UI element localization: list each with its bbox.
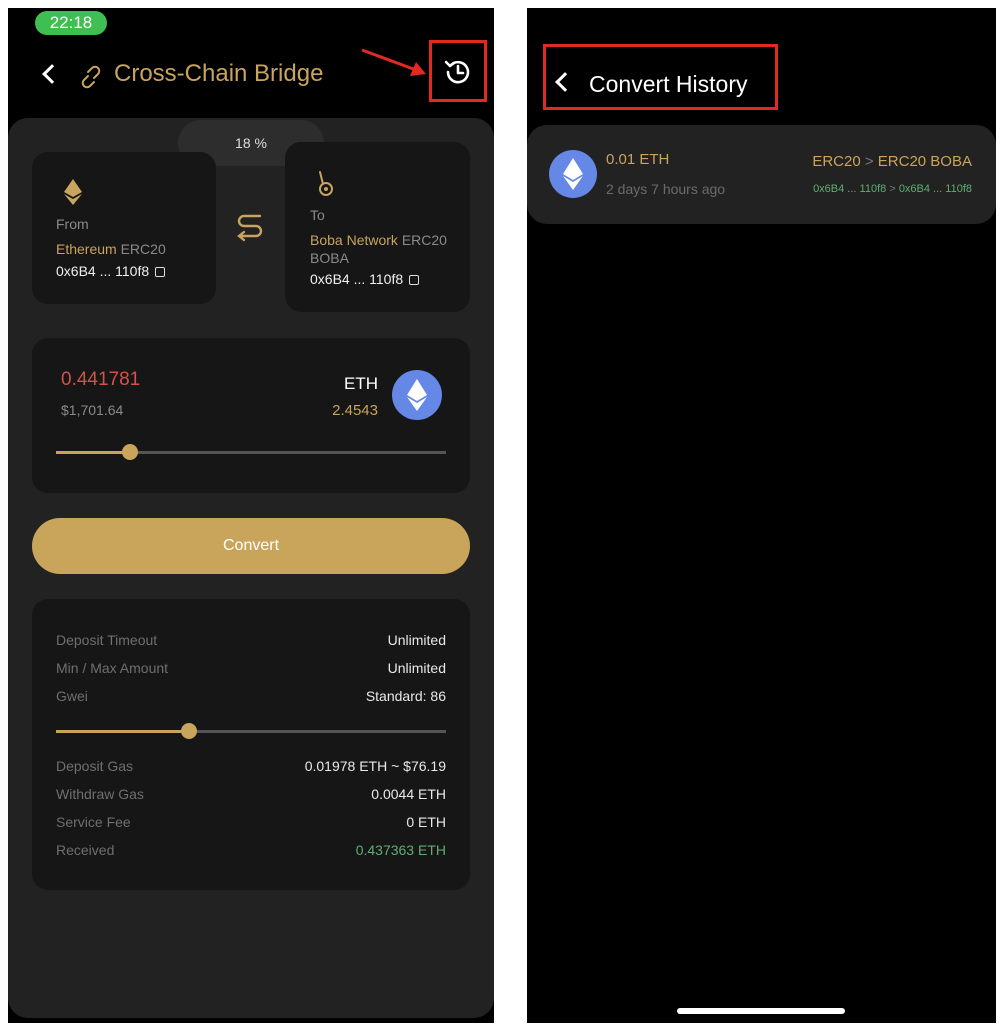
info-value: Standard: 86 [365,688,446,704]
copy-icon[interactable] [409,275,420,286]
info-value: 0.0044 ETH [371,786,446,802]
to-network-name: Boba Network [310,232,398,248]
history-time: 2 days 7 hours ago [606,181,726,197]
to-label: To [310,207,325,223]
to-standard: ERC20 [401,232,447,248]
history-from-chain: ERC20 [812,153,861,170]
info-row-gwei: Gwei Standard: 86 [56,688,446,708]
history-list-item[interactable] [527,125,996,224]
amount-usd: $1,701.64 [61,402,124,418]
from-network: Ethereum ERC20 [56,240,166,258]
history-separator: > [864,153,874,170]
history-chains: ERC20 > ERC20 BOBA [812,153,972,170]
amount-input[interactable]: 0.441781 [61,369,140,391]
info-row-min-max: Min / Max Amount Unlimited [56,660,446,680]
gwei-slider[interactable] [56,723,446,739]
copy-icon[interactable] [155,267,166,278]
home-indicator[interactable] [677,1008,845,1014]
info-row-received: Received 0.437363 ETH [56,842,446,862]
from-standard: ERC20 [120,241,166,257]
info-key: Service Fee [56,814,131,830]
ethereum-icon [64,179,82,205]
swap-icon[interactable] [234,210,266,246]
history-icon[interactable] [442,56,474,88]
info-key: Withdraw Gas [56,786,144,802]
info-row-deposit-gas: Deposit Gas 0.01978 ETH ~ $76.19 [56,758,446,778]
ethereum-icon[interactable] [392,370,442,420]
history-amount: 0.01 ETH [606,151,670,168]
history-to-chain: ERC20 BOBA [877,153,972,170]
page-title: Cross-Chain Bridge [114,60,324,87]
gwei-slider-fill [56,730,189,733]
history-to-address: 0x6B4 ... 110f8 [898,183,972,195]
to-address-text: 0x6B4 ... 110f8 [310,271,404,287]
history-address-separator: > [889,183,896,195]
red-arrow-annotation [361,48,426,76]
info-value: 0 ETH [406,814,446,830]
info-row-deposit-timeout: Deposit Timeout Unlimited [56,632,446,652]
gwei-slider-handle[interactable] [180,723,197,739]
history-screen: Convert History 0.01 ETH 2 days 7 hours … [527,8,996,1023]
info-row-withdraw-gas: Withdraw Gas 0.0044 ETH [56,786,446,806]
info-key: Received [56,842,115,858]
token-balance: 2.4543 [332,402,378,419]
token-name: ETH [344,374,378,393]
info-value: 0.01978 ETH ~ $76.19 [304,758,446,774]
info-key: Min / Max Amount [56,660,169,676]
convert-button[interactable]: Convert [32,518,470,574]
amount-slider[interactable] [56,444,446,460]
info-key: Deposit Timeout [56,632,158,648]
bridge-screen: 22:18 Cross-Chain Bridge 18 % From Ether… [8,8,494,1023]
info-row-service-fee: Service Fee 0 ETH [56,814,446,834]
info-value: 0.437363 ETH [355,842,446,858]
from-network-name: Ethereum [56,241,117,257]
from-address[interactable]: 0x6B4 ... 110f8 [56,263,166,279]
info-value: Unlimited [387,660,446,676]
link-icon [81,65,101,89]
ethereum-icon [549,150,597,198]
to-address[interactable]: 0x6B4 ... 110f8 [310,271,420,287]
to-standard-line2: BOBA [310,250,349,266]
info-value: Unlimited [387,632,446,648]
history-from-address: 0x6B4 ... 110f8 [813,183,887,195]
amount-slider-handle[interactable] [122,444,139,460]
status-time: 22:18 [35,11,107,35]
from-label: From [56,216,89,232]
history-addresses: 0x6B4 ... 110f8 > 0x6B4 ... 110f8 [813,183,972,195]
to-network: Boba Network ERC20 BOBA [310,231,447,267]
boba-icon [319,171,333,196]
info-key: Gwei [56,688,88,704]
title-highlight-box [543,44,778,110]
info-key: Deposit Gas [56,758,134,774]
back-icon[interactable] [42,64,62,84]
from-address-text: 0x6B4 ... 110f8 [56,263,150,279]
amount-slider-fill [56,451,131,454]
